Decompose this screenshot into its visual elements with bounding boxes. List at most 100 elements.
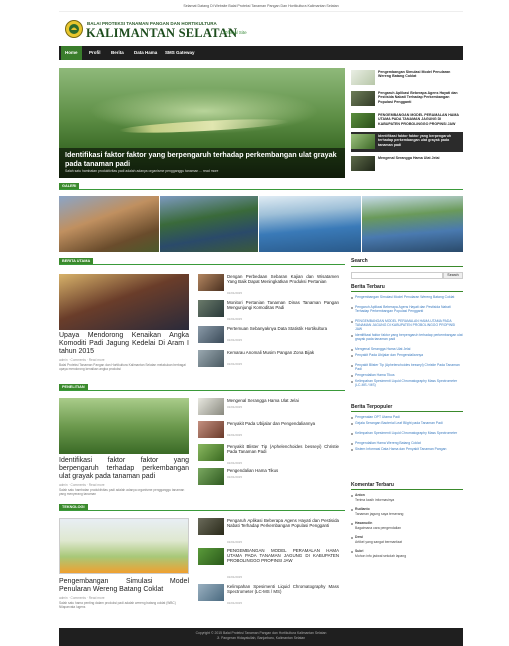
featured-image[interactable]: [59, 274, 189, 330]
page: Selamat Datang Di Website Balai Proteksi…: [0, 0, 509, 646]
sidebar-link[interactable]: Penyakit Pada Ubijalar dan Pengendaliann…: [355, 353, 463, 361]
thumb-title: Pengaruh Aplikasi Beberapa Agens Hayati …: [378, 91, 458, 104]
list-title: Dengan Perbedaan Sebaran Kajian dan Wisa…: [227, 274, 339, 285]
sidebar-link[interactable]: Sistem Informasi Data Hama dan Penyakit …: [355, 447, 463, 455]
gallery-photo[interactable]: [59, 196, 159, 252]
featured-image[interactable]: [59, 518, 189, 574]
comment-text[interactable]: Artikel yang sangat bermanfaat: [355, 540, 463, 544]
bullet-icon: [351, 422, 353, 425]
featured-excerpt: Salah satu hambatan produktivitas padi a…: [59, 488, 185, 496]
list-meta: 01/01/2015: [227, 291, 243, 295]
divider: [59, 264, 345, 265]
comment-author[interactable]: Dewi: [355, 535, 463, 539]
comment-text[interactable]: Terima kasih informasinya: [355, 498, 463, 502]
search-button[interactable]: Search: [443, 272, 463, 279]
divider: [59, 189, 463, 190]
thumb-title: Mengenal Serangga Hama Ulat Jelai: [378, 156, 440, 160]
list-item[interactable]: Dengan Perbedaan Sebaran Kajian dan Wisa…: [198, 274, 345, 298]
sidebar-link[interactable]: Mengenal Serangga Hama Ulat Jelai: [355, 347, 463, 351]
list-item[interactable]: Penyakit Pada Ubijalar dan Pengendaliann…: [198, 421, 345, 445]
featured-title[interactable]: Identifikasi faktor faktor yang berpenga…: [59, 457, 189, 480]
section-label-galeri: GALERI: [59, 183, 80, 189]
search-input[interactable]: [351, 272, 443, 279]
list-thumb: [198, 398, 224, 415]
list-title: PENGEMBANGAN MODEL PERAMALAN HAMA UTAMA …: [227, 548, 339, 564]
sidebar-link[interactable]: Penyakit Blister Tip (Aphelenchoides bes…: [355, 363, 463, 371]
featured-meta: admin · Comments · Read more: [59, 483, 105, 487]
comment-text[interactable]: Bagaimana cara pengendalian: [355, 526, 463, 530]
thumb-image: [351, 134, 375, 149]
divider: [351, 489, 463, 490]
gallery-photo[interactable]: [362, 196, 463, 252]
sidebar-link[interactable]: Pengendalian Hama Wereng Batang Coklat: [355, 441, 463, 445]
divider: [351, 411, 463, 412]
list-thumb: [198, 326, 224, 343]
comment-text[interactable]: Tanaman jagung saya terserang: [355, 512, 463, 516]
featured-image[interactable]: [59, 398, 189, 454]
comment-text[interactable]: Mohon info jadwal sekolah lapang: [355, 554, 463, 558]
slider-thumb-item[interactable]: Pengembangan Simulasi Model Penularan We…: [351, 68, 463, 88]
hero-title[interactable]: Identifikasi faktor faktor yang berpenga…: [65, 150, 339, 168]
list-item[interactable]: Monitori Pertanian Tanaman Dinas Tanaman…: [198, 300, 345, 324]
comment-author[interactable]: Hasanudin: [355, 521, 463, 525]
list-meta: 01/01/2015: [227, 461, 243, 465]
list-item[interactable]: Pertemuan Sebanyaknya Data Statistik Hor…: [198, 326, 345, 350]
sidebar-link[interactable]: Pengenalan OPT Utama Padi: [355, 415, 463, 419]
list-thumb: [198, 518, 224, 535]
logo-emblem[interactable]: [65, 20, 83, 38]
featured-title[interactable]: Pengembangan Simulasi Model Penularan We…: [59, 578, 189, 594]
list-meta: 01/01/2015: [227, 362, 243, 366]
site-title[interactable]: KALIMANTAN SELATAN: [86, 26, 237, 41]
list-item[interactable]: Penyakit Blister Tip (Aphelenchoides bes…: [198, 444, 345, 468]
sidebar-link[interactable]: Pengembangan Simulasi Model Penularan We…: [355, 295, 463, 303]
site-header: BALAI PROTEKSI TANAMAN PANGAN DAN HORTIK…: [59, 12, 463, 46]
list-thumb: [198, 421, 224, 438]
list-item[interactable]: Kelimpahan Spesimenti Liquid Chromatogra…: [198, 584, 345, 610]
list-item[interactable]: Pengendalian Hama Tikus 01/01/2015: [198, 468, 345, 492]
sidebar-link[interactable]: PENGEMBANGAN MODEL PERAMALAN HAMA UTAMA …: [355, 319, 463, 331]
list-thumb: [198, 300, 224, 317]
bullet-icon: [351, 416, 353, 419]
list-item[interactable]: Pengaruh Aplikasi Beberapa Agens Hayati …: [198, 518, 345, 544]
official-site-tag: Official Site: [224, 30, 247, 35]
comment-author[interactable]: Anton: [355, 493, 463, 497]
comment-author[interactable]: Rudianto: [355, 507, 463, 511]
slider-thumb-item[interactable]: Pengaruh Aplikasi Beberapa Agens Hayati …: [351, 89, 463, 109]
slider-thumb-item[interactable]: PENGEMBANGAN MODEL PERAMALAN HAMA UTAMA …: [351, 111, 463, 131]
bullet-icon: [351, 296, 353, 299]
gallery-photo[interactable]: [160, 196, 258, 252]
divider: [351, 266, 463, 267]
list-meta: 01/01/2015: [227, 475, 243, 479]
thumb-title: Pengembangan Simulasi Model Penularan We…: [378, 70, 451, 79]
list-title: Penyakit Pada Ubijalar dan Pengendaliann…: [227, 421, 316, 426]
comment-author[interactable]: Sukri: [355, 549, 463, 553]
sidebar-link[interactable]: Pengendalian Hama Tikus: [355, 373, 463, 377]
bullet-icon: [351, 374, 353, 377]
sidebar-link[interactable]: Kelimpahan Spesimenti Liquid Chromatogra…: [355, 431, 463, 439]
sidebar-link[interactable]: Pengaruh Aplikasi Beberapa Agens Hayati …: [355, 305, 463, 317]
sidebar-link[interactable]: Kelimpahan Spesimenti Liquid Chromatogra…: [355, 379, 463, 387]
list-item[interactable]: Kemarau Anomali Musim Pangan Zona Bijak …: [198, 350, 345, 374]
list-thumb: [198, 350, 224, 367]
list-meta: 01/01/2015: [227, 338, 243, 342]
bullet-icon: [351, 432, 353, 435]
sidebar-link[interactable]: Identifikasi faktor faktor yang berpenga…: [355, 333, 463, 345]
hero-slider[interactable]: Identifikasi faktor faktor yang berpenga…: [59, 68, 345, 178]
slider-thumb-item-active[interactable]: Identifikasi faktor faktor yang berpenga…: [351, 132, 463, 152]
list-item[interactable]: PENGEMBANGAN MODEL PERAMALAN HAMA UTAMA …: [198, 548, 345, 579]
nav-home[interactable]: Home: [61, 46, 82, 60]
featured-title[interactable]: Upaya Mendorong Kenaikan Angka Komoditi …: [59, 332, 189, 355]
sidebar-link[interactable]: Gejala Serangan Bacterial Leaf Blight pa…: [355, 421, 463, 429]
nav-sms-gateway[interactable]: SMS Gateway: [161, 46, 199, 60]
list-item[interactable]: Mengenal Serangga Hama Ulat Jelai 01/01/…: [198, 398, 345, 422]
slider-thumb-item[interactable]: Mengenal Serangga Hama Ulat Jelai: [351, 154, 463, 174]
list-meta: 01/01/2015: [227, 433, 243, 437]
nav-profil[interactable]: Profil: [85, 46, 105, 60]
list-meta: 01/01/2015: [227, 601, 243, 605]
divider: [59, 510, 345, 511]
photo-gallery: [59, 196, 463, 252]
nav-berita[interactable]: Berita: [107, 46, 128, 60]
list-thumb: [198, 468, 224, 485]
gallery-photo[interactable]: [259, 196, 361, 252]
nav-data-hama[interactable]: Data Hama: [130, 46, 161, 60]
